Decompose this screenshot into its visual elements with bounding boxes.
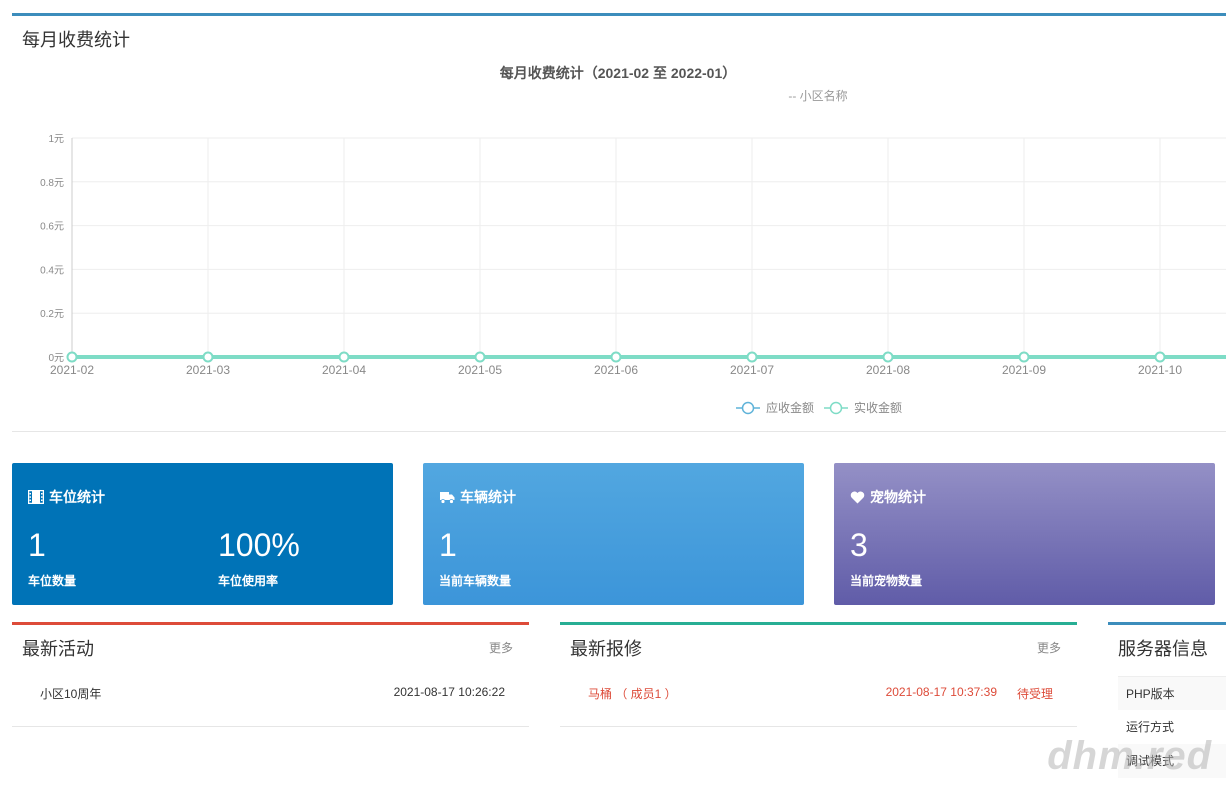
box-title: 最新活动 bbox=[22, 639, 94, 659]
parking-usage-rate-label: 车位使用率 bbox=[218, 574, 279, 588]
film-icon bbox=[28, 490, 44, 504]
pet-count-label: 当前宠物数量 bbox=[850, 574, 923, 588]
chart-subtitle: -- 小区名称 bbox=[788, 88, 847, 103]
card-header: 车位统计 bbox=[28, 487, 105, 507]
pet-count: 3 bbox=[850, 527, 868, 563]
data-point[interactable] bbox=[66, 351, 78, 363]
legend-marker[interactable] bbox=[829, 401, 843, 415]
data-point[interactable] bbox=[474, 351, 486, 363]
parking-count-label: 车位数量 bbox=[28, 574, 77, 588]
repair-status: 待受理 bbox=[1016, 687, 1053, 701]
card-title: 车位统计 bbox=[49, 489, 105, 505]
activity-time: 2021-08-17 10:26:22 bbox=[393, 685, 505, 699]
repair-name: 马桶 （ 成员1 ） bbox=[588, 687, 677, 701]
legend-marker[interactable] bbox=[741, 401, 755, 415]
data-point[interactable] bbox=[202, 351, 214, 363]
card-header: 车辆统计 bbox=[439, 487, 516, 507]
repair-item[interactable]: 马桶 （ 成员1 ） 2021-08-17 10:37:39 待受理 bbox=[560, 681, 1077, 703]
box-title: 最新报修 bbox=[570, 639, 642, 659]
legend-label[interactable]: 实收金额 bbox=[854, 400, 902, 415]
latest-repairs-box: 最新报修 更多 马桶 （ 成员1 ） 2021-08-17 10:37:39 待… bbox=[560, 622, 1077, 727]
monthly-fee-chart: 每月收费统计（2021-02 至 2022-01） -- 小区名称 0元0.2元… bbox=[40, 65, 1226, 415]
truck-icon bbox=[440, 491, 455, 504]
data-point[interactable] bbox=[882, 351, 894, 363]
watermark: dhm.red bbox=[1047, 734, 1212, 778]
more-repairs-link[interactable]: 更多 bbox=[1037, 639, 1061, 656]
x-tick-label: 2021-10 bbox=[1138, 363, 1182, 377]
repair-time: 2021-08-17 10:37:39 bbox=[885, 685, 997, 699]
data-point[interactable] bbox=[610, 351, 622, 363]
heart-icon bbox=[850, 491, 865, 503]
y-tick-label: 0.4元 bbox=[40, 265, 64, 276]
parking-stats-card: 车位统计 1 车位数量 100% 车位使用率 bbox=[12, 463, 393, 605]
monthly-fee-panel: 每月收费统计 每月收费统计（2021-02 至 2022-01） -- 小区名称… bbox=[12, 13, 1226, 432]
activity-name: 小区10周年 bbox=[40, 687, 102, 701]
pet-stats-card: 宠物统计 3 当前宠物数量 bbox=[834, 463, 1215, 605]
card-header: 宠物统计 bbox=[850, 487, 926, 507]
activity-item[interactable]: 小区10周年 2021-08-17 10:26:22 bbox=[12, 681, 529, 703]
vehicle-stats-card: 车辆统计 1 当前车辆数量 bbox=[423, 463, 804, 605]
x-tick-label: 2021-02 bbox=[50, 363, 94, 377]
y-tick-label: 0.8元 bbox=[40, 178, 64, 189]
x-tick-label: 2021-07 bbox=[730, 363, 774, 377]
server-row-php-version: PHP版本 bbox=[1118, 676, 1226, 710]
data-point[interactable] bbox=[746, 351, 758, 363]
data-point[interactable] bbox=[1018, 351, 1030, 363]
card-title: 宠物统计 bbox=[870, 489, 926, 505]
legend-label[interactable]: 应收金额 bbox=[766, 400, 814, 415]
y-tick-label: 0.6元 bbox=[40, 222, 64, 233]
x-tick-label: 2021-06 bbox=[594, 363, 638, 377]
parking-count: 1 bbox=[28, 527, 46, 563]
x-tick-label: 2021-03 bbox=[186, 363, 230, 377]
data-point[interactable] bbox=[338, 351, 350, 363]
more-activities-link[interactable]: 更多 bbox=[489, 639, 513, 656]
box-title: 服务器信息 bbox=[1118, 639, 1208, 659]
x-tick-label: 2021-09 bbox=[1002, 363, 1046, 377]
vehicle-count-label: 当前车辆数量 bbox=[439, 574, 512, 588]
x-tick-label: 2021-05 bbox=[458, 363, 502, 377]
x-tick-label: 2021-04 bbox=[322, 363, 366, 377]
latest-activities-box: 最新活动 更多 小区10周年 2021-08-17 10:26:22 bbox=[12, 622, 529, 727]
chart-title: 每月收费统计（2021-02 至 2022-01） bbox=[500, 65, 737, 81]
data-point[interactable] bbox=[1154, 351, 1166, 363]
parking-usage-rate: 100% bbox=[218, 527, 300, 563]
y-tick-label: 1元 bbox=[48, 134, 64, 145]
card-title: 车辆统计 bbox=[460, 489, 516, 505]
vehicle-count: 1 bbox=[439, 527, 457, 563]
x-tick-label: 2021-08 bbox=[866, 363, 910, 377]
y-tick-label: 0.2元 bbox=[40, 309, 64, 320]
